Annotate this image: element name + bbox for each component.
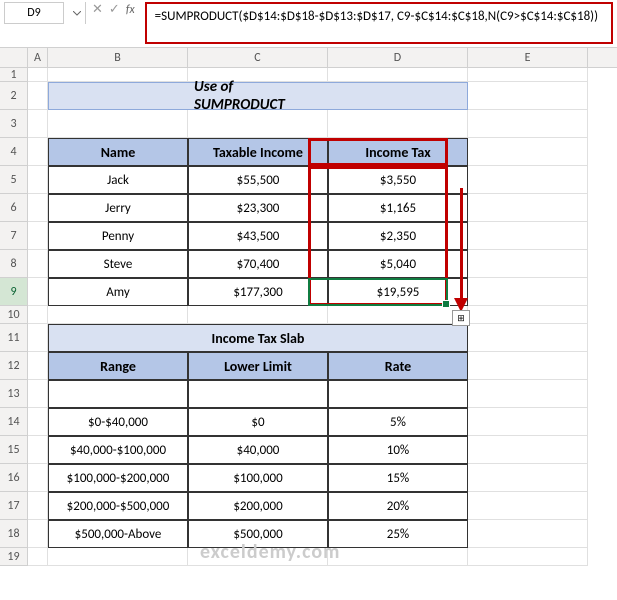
col-header-C[interactable]: C [188,48,328,67]
formula-input[interactable]: =SUMPRODUCT($D$14:$D$18-$D$13:$D$17, C9-… [145,2,613,44]
slab-range[interactable]: $200,000-$500,000 [48,492,188,520]
data-tax[interactable]: $19,595 [328,278,468,306]
row-header[interactable]: 13 [0,380,27,408]
row-header[interactable]: 8 [0,250,27,278]
slab-rate[interactable]: 15% [328,464,468,492]
cancel-icon[interactable]: ✕ [92,2,103,17]
row-header[interactable]: 17 [0,492,27,520]
col-header-B[interactable]: B [48,48,188,67]
data-income[interactable]: $43,500 [188,222,328,250]
spreadsheet: A B C D E 1 2 3 4 5 6 7 8 9 10 11 12 13 … [0,48,617,566]
row-header[interactable]: 15 [0,436,27,464]
data-name[interactable]: Penny [48,222,188,250]
data-tax[interactable]: $2,350 [328,222,468,250]
slab-title: Income Tax Slab [188,324,328,352]
slab-rate[interactable]: 25% [328,520,468,548]
data-tax[interactable]: $1,165 [328,194,468,222]
row-headers: 1 2 3 4 5 6 7 8 9 10 11 12 13 14 15 16 1… [0,68,28,566]
row-header[interactable]: 19 [0,548,27,566]
data-name[interactable]: Amy [48,278,188,306]
header-tax: Income Tax [328,138,468,166]
row-header[interactable]: 12 [0,352,27,380]
slab-lower[interactable] [188,380,328,408]
row-header[interactable]: 18 [0,520,27,548]
data-name[interactable]: Steve [48,250,188,278]
autofill-options-icon[interactable]: ⊞ [452,310,470,326]
row-header[interactable]: 4 [0,138,27,166]
row-header[interactable]: 5 [0,166,27,194]
slab-range[interactable]: $100,000-$200,000 [48,464,188,492]
slab-lower[interactable]: $500,000 [188,520,328,548]
select-all-corner[interactable] [0,48,28,67]
slab-range[interactable]: $500,000-Above [48,520,188,548]
cells-area[interactable]: Use of SUMPRODUCT NameTaxable IncomeInco… [28,68,617,566]
data-tax[interactable]: $3,550 [328,166,468,194]
data-income[interactable]: $55,500 [188,166,328,194]
row-header[interactable]: 14 [0,408,27,436]
slab-header-rate: Rate [328,352,468,380]
data-name[interactable]: Jerry [48,194,188,222]
header-income: Taxable Income [188,138,328,166]
slab-lower[interactable]: $200,000 [188,492,328,520]
column-headers: A B C D E [0,48,617,68]
slab-header-range: Range [48,352,188,380]
slab-range[interactable]: $0-$40,000 [48,408,188,436]
row-header[interactable]: 11 [0,324,27,352]
formula-bar: D9 ✕ ✓ fx =SUMPRODUCT($D$14:$D$18-$D$13:… [0,0,617,48]
slab-range[interactable] [48,380,188,408]
slab-rate[interactable] [328,380,468,408]
data-income[interactable]: $70,400 [188,250,328,278]
data-income[interactable]: $177,300 [188,278,328,306]
header-name: Name [48,138,188,166]
row-header[interactable]: 7 [0,222,27,250]
title-cell: Use of SUMPRODUCT [188,82,328,110]
col-header-A[interactable]: A [28,48,48,67]
data-tax[interactable]: $5,040 [328,250,468,278]
row-header[interactable]: 3 [0,110,27,138]
row-header[interactable]: 2 [0,82,27,110]
col-header-D[interactable]: D [328,48,468,67]
row-header[interactable]: 10 [0,306,27,324]
slab-lower[interactable]: $100,000 [188,464,328,492]
slab-rate[interactable]: 20% [328,492,468,520]
row-header-active[interactable]: 9 [0,278,27,306]
accept-icon[interactable]: ✓ [109,2,120,17]
row-header[interactable]: 6 [0,194,27,222]
slab-rate[interactable]: 10% [328,436,468,464]
col-header-E[interactable]: E [468,48,588,67]
data-income[interactable]: $23,300 [188,194,328,222]
slab-lower[interactable]: $40,000 [188,436,328,464]
row-header[interactable]: 1 [0,68,27,82]
name-box-dropdown-icon[interactable] [68,2,86,24]
data-name[interactable]: Jack [48,166,188,194]
slab-range[interactable]: $40,000-$100,000 [48,436,188,464]
formula-controls: ✕ ✓ fx [86,2,141,17]
slab-rate[interactable]: 5% [328,408,468,436]
fx-icon[interactable]: fx [126,3,135,17]
row-header[interactable]: 16 [0,464,27,492]
slab-header-lower: Lower Limit [188,352,328,380]
slab-lower[interactable]: $0 [188,408,328,436]
name-box[interactable]: D9 [4,2,64,24]
